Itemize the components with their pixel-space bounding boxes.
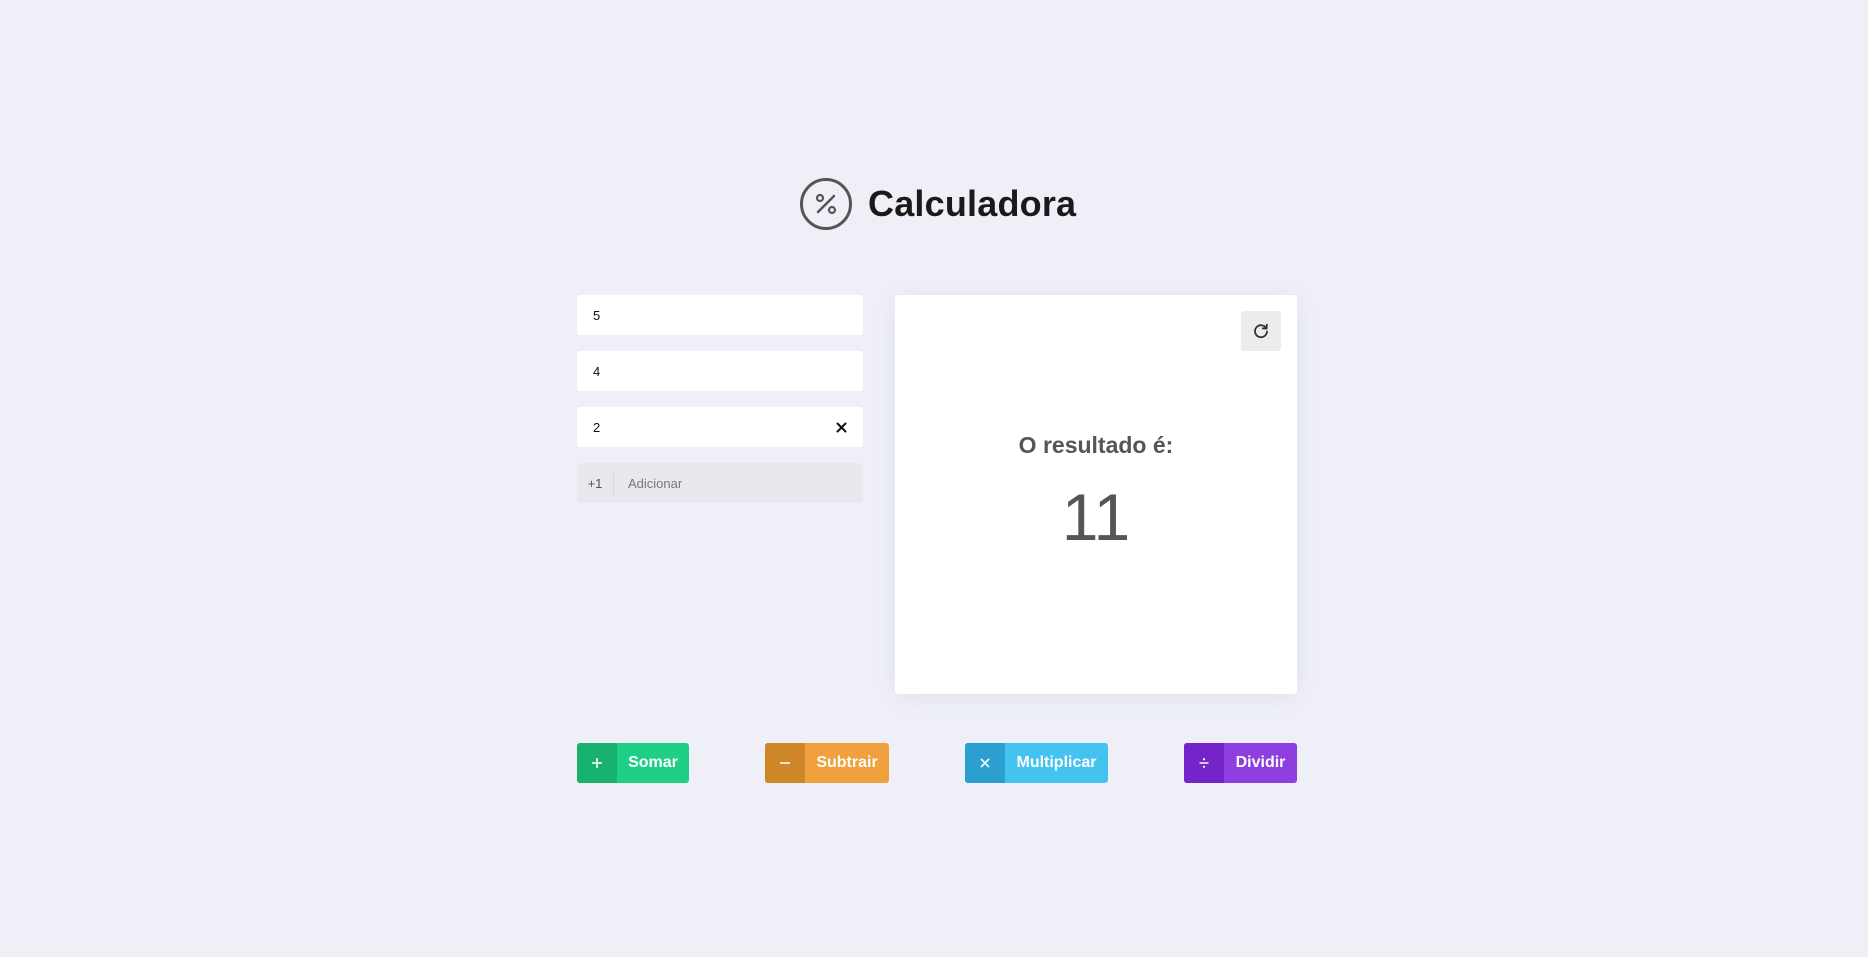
sum-button[interactable]: Somar	[577, 743, 689, 783]
subtract-label: Subtrair	[816, 754, 878, 771]
subtract-button[interactable]: Subtrair	[765, 743, 889, 783]
add-label: Adicionar	[628, 475, 683, 491]
divide-button[interactable]: Dividir	[1184, 743, 1297, 783]
plus-icon	[577, 743, 617, 783]
close-icon	[836, 422, 846, 432]
add-field-button[interactable]: +1 Adicionar	[577, 463, 863, 503]
multiply-label: Multiplicar	[1016, 754, 1097, 771]
number-input-2[interactable]	[577, 351, 863, 391]
result-value: 11	[1061, 480, 1131, 554]
result-card: O resultado é: 11	[895, 295, 1297, 694]
page-title: Calculadora	[868, 183, 1077, 224]
number-field-1	[577, 295, 863, 335]
result-label: O resultado é:	[1018, 432, 1174, 458]
number-field-3	[577, 407, 863, 447]
refresh-icon	[1254, 323, 1268, 339]
sum-label: Somar	[628, 754, 678, 771]
app-header: Calculadora	[800, 176, 1076, 232]
add-prefix: +1	[577, 470, 614, 496]
minus-icon	[765, 743, 805, 783]
divide-label: Dividir	[1235, 754, 1286, 771]
multiply-button[interactable]: Multiplicar	[965, 743, 1108, 783]
percent-icon	[800, 178, 852, 230]
remove-field-button[interactable]	[833, 419, 849, 435]
number-inputs: +1 Adicionar	[577, 295, 863, 503]
times-icon	[965, 743, 1005, 783]
number-input-1[interactable]	[577, 295, 863, 335]
calculator-page: Calculadora +1 Adicionar	[0, 0, 1868, 957]
number-input-3[interactable]	[577, 407, 863, 447]
number-field-2	[577, 351, 863, 391]
divide-icon	[1184, 743, 1224, 783]
reset-button[interactable]	[1241, 311, 1281, 351]
